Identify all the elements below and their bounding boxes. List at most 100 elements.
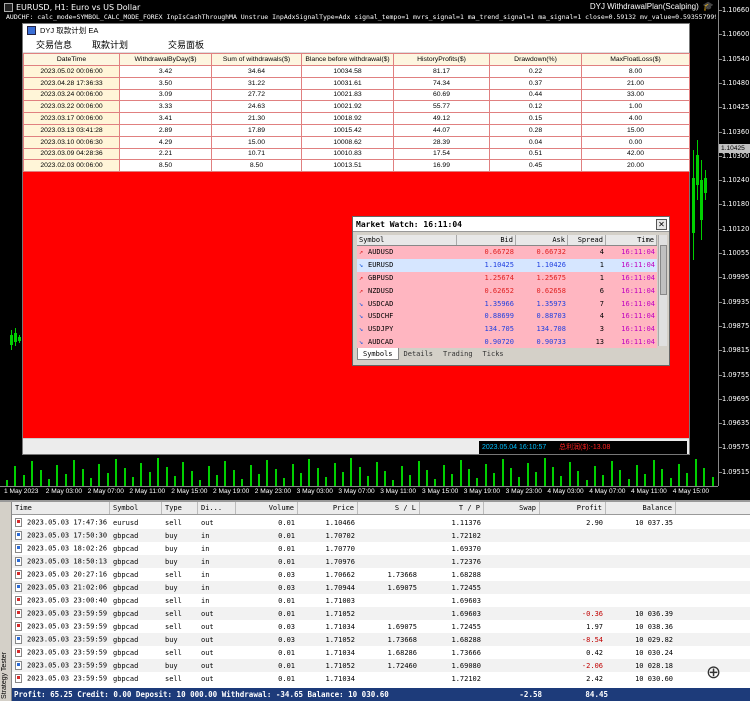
sell-deal-icon xyxy=(15,609,22,618)
withdrawal-row[interactable]: 2023.05.02 00:06:00 3.42 34.64 10034.58 81.1… xyxy=(23,65,690,78)
deals-col-balance[interactable]: Balance xyxy=(606,502,676,514)
market-watch-row[interactable]: ↘ USDCAD 1.35966 1.35973 7 16:11:04 xyxy=(357,297,657,310)
mw-col-bid[interactable]: Bid xyxy=(457,235,516,245)
withdrawal-row[interactable]: 2023.02.03 00:06:00 8.50 8.50 10013.51 16.99… xyxy=(23,159,690,173)
tab-ticks[interactable]: Ticks xyxy=(478,348,509,360)
deals-col-volume[interactable]: Volume xyxy=(236,502,298,514)
col-sum-withdrawals[interactable]: Sum of withdrawals($) xyxy=(211,53,302,66)
mw-ask: 0.88703 xyxy=(536,312,566,321)
deal-profit: 2.42 xyxy=(586,674,603,683)
withdrawal-row[interactable]: 2023.03.13 03:41:28 2.89 17.89 10015.42 44.0… xyxy=(23,123,690,137)
deals-col-swap[interactable]: Swap xyxy=(484,502,540,514)
col-balance-before[interactable]: Blance before withdrawal($) xyxy=(301,53,394,66)
withdrawal-row[interactable]: 2023.03.09 04:28:36 2.21 10.71 10010.83 17.5… xyxy=(23,147,690,161)
deal-price: 1.71052 xyxy=(325,661,355,670)
deal-row[interactable]: 2023.05.03 17:47:36 eurusd sell out 0.01 1.10… xyxy=(12,516,750,529)
withdrawal-row[interactable]: 2023.03.17 00:06:00 3.41 21.30 10018.92 49.1… xyxy=(23,112,690,125)
deal-row[interactable]: 2023.05.03 20:27:16 gbpcad sell in 0.03 1.706… xyxy=(12,568,750,581)
menu-withdrawal-plan[interactable]: 取款计划 xyxy=(92,38,128,51)
deals-col-type[interactable]: Type xyxy=(162,502,198,514)
col-max-float-loss[interactable]: MaxFloatLoss($) xyxy=(581,53,690,66)
market-watch-row[interactable]: ↘ USDCHF 0.88699 0.88703 4 16:11:04 xyxy=(357,309,657,323)
market-watch-titlebar[interactable]: Market Watch: 16:11:04 ✕ xyxy=(353,217,669,232)
deal-row[interactable]: 2023.05.03 18:50:13 gbpcad buy in 0.01 1.7097… xyxy=(12,555,750,568)
menu-trade-info[interactable]: 交易信息 xyxy=(36,38,72,51)
mw-col-time[interactable]: Time xyxy=(606,235,657,245)
cell-balance-before: 10021.92 xyxy=(301,100,394,114)
deals-col-profit[interactable]: Profit xyxy=(540,502,606,514)
scrollbar-thumb[interactable] xyxy=(660,245,667,295)
market-watch-row[interactable]: ↗ AUDUSD 0.66728 0.66732 4 16:11:04 xyxy=(357,246,657,259)
mw-col-spread[interactable]: Spread xyxy=(568,235,606,245)
deal-row[interactable]: 2023.05.03 23:59:59 gbpcad sell out 0.01 1.71… xyxy=(12,607,750,620)
deals-col-direction[interactable]: Di... xyxy=(198,502,236,514)
deals-col-symbol[interactable]: Symbol xyxy=(110,502,162,514)
cell-max-float-loss: 0.00 xyxy=(581,135,690,149)
time-label: 2 May 15:00 xyxy=(171,488,208,495)
deal-balance: 10 028.18 xyxy=(635,661,673,670)
deal-row[interactable]: 2023.05.03 18:02:26 gbpcad buy in 0.01 1.7077… xyxy=(12,542,750,555)
price-chart[interactable]: EURUSD, H1: Euro vs US Dollar DYJ Withdr… xyxy=(0,0,750,498)
deal-row[interactable]: 2023.05.03 23:59:59 gbpcad sell out 0.01 1.71… xyxy=(12,646,750,659)
time-axis[interactable]: 1 May 2023 2 May 03:00 2 May 07:00 2 May 11… xyxy=(0,486,718,498)
deal-price: 1.71034 xyxy=(325,648,355,657)
buy-deal-icon xyxy=(15,557,22,566)
deals-col-sl[interactable]: S / L xyxy=(358,502,420,514)
col-drawdown[interactable]: Drawdown(%) xyxy=(489,53,582,66)
menu-trade-panel[interactable]: 交易面板 xyxy=(168,38,204,51)
tab-trading[interactable]: Trading xyxy=(438,348,478,360)
market-watch-row[interactable]: ↘ EURUSD 1.10425 1.10426 1 16:11:04 xyxy=(357,258,657,272)
zoom-icon[interactable]: ⊕ xyxy=(706,662,728,684)
mw-col-ask[interactable]: Ask xyxy=(516,235,568,245)
sell-deal-icon xyxy=(15,674,22,683)
withdrawal-row[interactable]: 2023.03.22 00:06:00 3.33 24.63 10021.92 55.7… xyxy=(23,100,690,114)
deal-type: sell xyxy=(165,648,182,657)
deal-row[interactable]: 2023.05.03 23:59:59 gbpcad buy out 0.03 1.710… xyxy=(12,633,750,646)
ea-titlebar[interactable]: DYJ 取款计划 EA xyxy=(23,24,689,37)
cell-history-profits: 17.54 xyxy=(393,147,490,161)
deal-row[interactable]: 2023.05.03 17:50:30 gbpcad buy in 0.01 1.7070… xyxy=(12,529,750,542)
cell-drawdown: 0.15 xyxy=(489,112,582,125)
deal-price: 1.71052 xyxy=(325,609,355,618)
withdrawal-row[interactable]: 2023.04.28 17:36:33 3.50 31.22 10031.61 74.3… xyxy=(23,76,690,90)
deal-tp: 1.68288 xyxy=(451,635,481,644)
close-icon[interactable]: ✕ xyxy=(656,218,667,230)
deal-symbol: gbpcad xyxy=(113,648,139,657)
tab-details[interactable]: Details xyxy=(399,348,439,360)
deal-row[interactable]: 2023.05.03 23:00:40 gbpcad sell in 0.01 1.710… xyxy=(12,594,750,607)
cell-max-float-loss: 15.00 xyxy=(581,123,690,137)
market-watch-row[interactable]: ↗ GBPUSD 1.25674 1.25675 1 16:11:04 xyxy=(357,271,657,285)
market-watch-window[interactable]: Market Watch: 16:11:04 ✕ Symbol Bid Ask … xyxy=(352,216,670,366)
col-withdrawal-by-day[interactable]: WithdrawalByDay($) xyxy=(119,53,212,66)
deals-col-time[interactable]: Time xyxy=(12,502,110,514)
cell-history-profits: 81.17 xyxy=(393,65,490,78)
deals-col-tp[interactable]: T / P xyxy=(420,502,484,514)
deal-row[interactable]: 2023.05.03 21:02:06 gbpcad buy in 0.03 1.7094… xyxy=(12,581,750,594)
price-axis[interactable]: 1.10660 1.10600 1.10540 1.10480 1.10425 1.103… xyxy=(718,0,750,486)
tester-side-tab[interactable]: Strategy Tester xyxy=(0,502,12,701)
col-datetime[interactable]: DateTime xyxy=(23,53,120,66)
withdrawal-row[interactable]: 2023.03.10 00:06:30 4.29 15.00 10008.62 28.3… xyxy=(23,135,690,149)
deal-row[interactable]: 2023.05.03 23:59:59 gbpcad buy out 0.01 1.710… xyxy=(12,659,750,672)
market-watch-scrollbar[interactable] xyxy=(658,235,667,346)
withdrawal-row[interactable]: 2023.03.24 00:06:00 3.09 27.72 10021.83 60.6… xyxy=(23,88,690,102)
deal-direction: out xyxy=(201,661,214,670)
deal-type: sell xyxy=(165,596,182,605)
volume-bar xyxy=(552,467,554,486)
price-label: 1.09995 xyxy=(722,273,750,282)
tab-symbols[interactable]: Symbols xyxy=(357,348,399,360)
mw-col-symbol[interactable]: Symbol xyxy=(357,235,457,245)
mw-spread: 4 xyxy=(599,248,604,257)
volume-bar xyxy=(22,475,25,486)
deal-row[interactable]: 2023.05.03 23:59:59 gbpcad sell out 0.03 1.71… xyxy=(12,620,750,633)
deal-time: 2023.05.03 17:50:30 xyxy=(12,531,110,540)
deal-row[interactable]: 2023.05.03 23:59:59 gbpcad sell out 0.01 1.71… xyxy=(12,672,750,685)
deal-balance: 10 036.39 xyxy=(635,609,673,618)
col-history-profits[interactable]: HistoryProfits($) xyxy=(393,53,490,66)
market-watch-row[interactable]: ↘ AUDCAD 0.90720 0.90733 13 16:11:04 xyxy=(357,335,657,349)
deal-sl: 1.69075 xyxy=(387,583,417,592)
market-watch-row[interactable]: ↘ USDJPY 134.705 134.708 3 16:11:04 xyxy=(357,322,657,336)
mw-time: 16:11:04 xyxy=(621,248,655,257)
deals-col-price[interactable]: Price xyxy=(298,502,358,514)
market-watch-row[interactable]: ↗ NZDUSD 0.62652 0.62658 6 16:11:04 xyxy=(357,284,657,298)
